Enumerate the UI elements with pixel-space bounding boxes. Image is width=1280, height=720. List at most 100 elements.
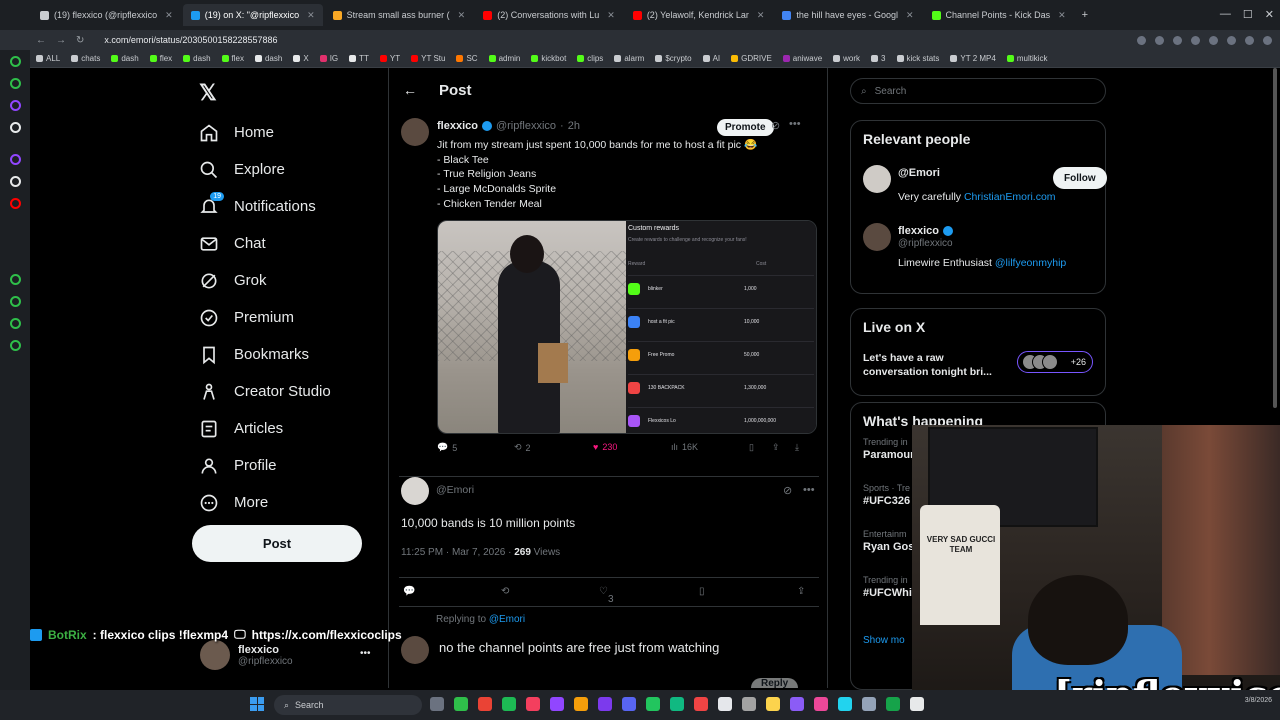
post-button[interactable]: Post (192, 525, 362, 562)
more-icon[interactable]: ••• (360, 648, 371, 659)
nav-item-home[interactable]: Home (198, 114, 331, 151)
sidebar-app-icon[interactable] (10, 296, 21, 307)
browser-tab[interactable]: (19) on X: "@ripflexxico ✕ (182, 4, 323, 26)
nav-item-premium[interactable]: Premium (198, 299, 331, 336)
nav-item-profile[interactable]: Profile (198, 447, 331, 484)
tweet-media[interactable]: Custom rewards Create rewards to challen… (437, 220, 817, 434)
extension-icon[interactable] (1191, 35, 1200, 45)
sidebar-app-icon[interactable] (10, 56, 21, 67)
rewards-screenshot[interactable]: Custom rewards Create rewards to challen… (626, 221, 816, 433)
live-text[interactable]: Let's have a raw conversation tonight br… (863, 351, 1003, 379)
taskbar-app-icon[interactable] (814, 697, 828, 711)
tab-close-icon[interactable]: ✕ (906, 10, 914, 21)
sidebar-app-icon[interactable] (10, 100, 21, 111)
more-icon[interactable]: ••• (789, 118, 801, 130)
back-nav-icon[interactable]: ← (36, 35, 46, 46)
sidebar-app-icon[interactable] (10, 176, 21, 187)
taskbar-app-icon[interactable] (502, 697, 516, 711)
share-icon[interactable]: ⇪ (772, 442, 780, 453)
close-icon[interactable]: ✕ (1265, 8, 1274, 21)
bookmark-item[interactable]: TT (349, 54, 369, 63)
browser-tab[interactable]: Stream small ass burner (✕ (325, 4, 474, 26)
avatar[interactable] (401, 118, 429, 146)
bookmark-item[interactable]: 3 (871, 54, 886, 63)
like-action[interactable]: ♥ 230 (593, 442, 617, 452)
bookmark-item[interactable]: alarm (614, 54, 644, 63)
taskbar-app-icon[interactable] (430, 697, 444, 711)
bookmark-item[interactable]: X (293, 54, 309, 63)
nav-item-creator-studio[interactable]: Creator Studio (198, 373, 331, 410)
taskbar-app-icon[interactable] (694, 697, 708, 711)
bookmark-icon[interactable]: ▯ (699, 586, 705, 597)
taskbar-app-icon[interactable] (478, 697, 492, 711)
nav-item-more[interactable]: More (198, 484, 331, 521)
taskbar-app-icon[interactable] (838, 697, 852, 711)
author-name[interactable]: flexxico (437, 120, 478, 132)
nav-item-articles[interactable]: Articles (198, 410, 331, 447)
sidebar-app-icon[interactable] (10, 122, 21, 133)
back-arrow-icon[interactable]: ← (403, 82, 417, 98)
bookmark-item[interactable]: AI (702, 54, 720, 63)
grok-icon[interactable]: ⊘ (783, 484, 792, 497)
nav-item-chat[interactable]: Chat (198, 225, 331, 262)
nav-item-explore[interactable]: Explore (198, 151, 331, 188)
taskbar-app-icon[interactable] (574, 697, 588, 711)
bookmark-item[interactable]: YT 2 MP4 (950, 54, 996, 63)
bio-link[interactable]: @lilfyeonmyhip (995, 257, 1066, 269)
tab-close-icon[interactable]: ✕ (165, 10, 173, 21)
bookmark-item[interactable]: dash (183, 54, 211, 63)
live-listeners[interactable]: +26 (1017, 351, 1093, 373)
download-icon[interactable]: ⤓ (795, 442, 799, 453)
repost-action[interactable]: ⟲ 2 (514, 442, 531, 453)
taskbar-app-icon[interactable] (646, 697, 660, 711)
nav-item-bookmarks[interactable]: Bookmarks (198, 336, 331, 373)
trend-item[interactable]: Trending in #UFCWhi (863, 575, 912, 599)
taskbar-app-icon[interactable] (790, 697, 804, 711)
reply-input[interactable]: no the channel points are free just from… (439, 640, 719, 655)
bookmark-item[interactable]: YT (379, 54, 400, 63)
extension-icon[interactable] (1263, 35, 1272, 45)
taskbar-search[interactable]: ⌕ Search (274, 695, 422, 715)
reload-icon[interactable]: ↻ (76, 35, 84, 46)
browser-tab[interactable]: (2) Yelawolf, Kendrick Lar ✕ (625, 4, 773, 26)
reply-action[interactable]: 💬 5 (437, 442, 457, 453)
bookmark-item[interactable]: kickbot (531, 54, 566, 63)
sidebar-app-icon[interactable] (10, 318, 21, 329)
reply-icon[interactable]: 💬 (403, 586, 415, 597)
tab-close-icon[interactable]: ✕ (607, 10, 615, 21)
taskbar-app-icon[interactable] (862, 697, 876, 711)
bookmark-item[interactable]: chats (71, 54, 100, 63)
repost-icon[interactable]: ⟲ (501, 586, 509, 597)
bookmark-item[interactable]: clips (577, 54, 603, 63)
taskbar-app-icon[interactable] (454, 697, 468, 711)
bookmark-item[interactable]: flex (149, 54, 172, 63)
promote-button[interactable]: Promote (717, 119, 774, 136)
x-logo-icon[interactable]: 𝕏 (199, 80, 217, 106)
trend-item[interactable]: Entertainm Ryan Gos (863, 529, 914, 553)
share-icon[interactable]: ⇪ (797, 586, 805, 597)
browser-tab[interactable]: the hill have eyes - Googl ✕ (774, 4, 921, 26)
like-action[interactable]: ♡ 3 (599, 586, 614, 605)
bookmark-item[interactable]: GDRIVE (731, 54, 772, 63)
bookmark-item[interactable]: dash (254, 54, 282, 63)
sidebar-app-icon[interactable] (10, 78, 21, 89)
extension-icon[interactable] (1155, 35, 1164, 45)
bookmark-item[interactable]: aniwave (782, 54, 822, 63)
extension-icon[interactable] (1173, 35, 1182, 45)
sidebar-app-icon[interactable] (10, 340, 21, 351)
taskbar-app-icon[interactable] (742, 697, 756, 711)
forward-nav-icon[interactable]: → (56, 35, 66, 46)
reply-button[interactable]: Reply (751, 678, 799, 688)
avatar[interactable] (401, 477, 429, 505)
fit-photo[interactable] (438, 221, 626, 433)
replying-to-handle[interactable]: @Emori (489, 614, 525, 625)
browser-tab[interactable]: (2) Conversations with Lu ✕ (475, 4, 623, 26)
views-action[interactable]: ılı 16K (671, 442, 698, 452)
reply-handle[interactable]: @Emori (436, 484, 474, 496)
taskbar-app-icon[interactable] (718, 697, 732, 711)
bookmark-item[interactable]: kick stats (896, 54, 939, 63)
bookmark-item[interactable]: admin (488, 54, 520, 63)
show-more-link[interactable]: Show mo (863, 635, 905, 646)
bookmark-item[interactable]: SC (456, 54, 478, 63)
new-tab-icon[interactable]: + (1082, 9, 1088, 21)
